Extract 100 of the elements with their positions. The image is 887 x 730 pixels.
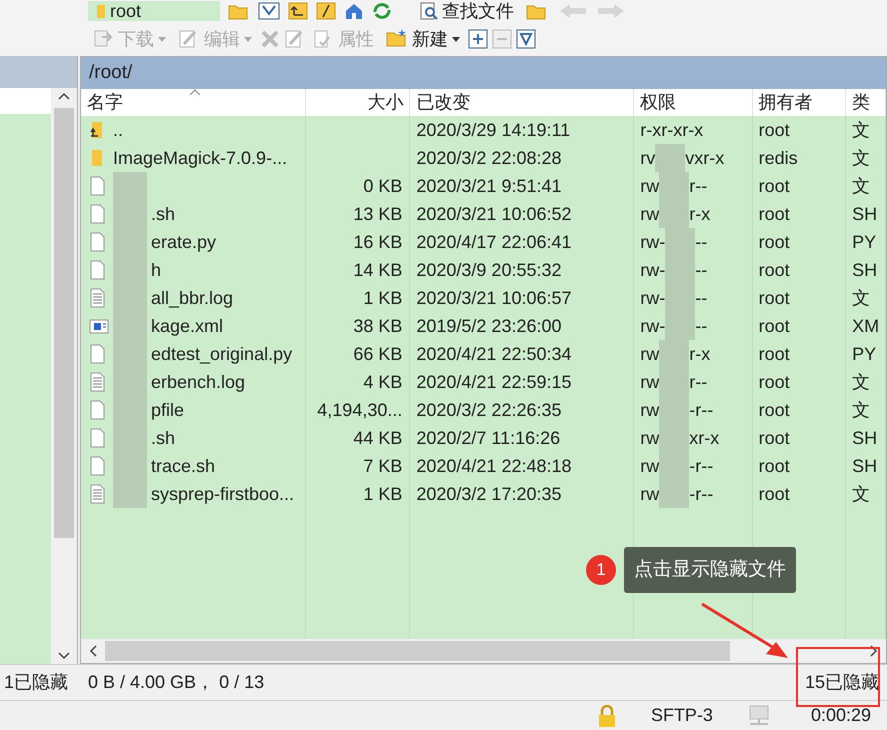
owner: root: [758, 204, 790, 224]
file-name[interactable]: all_bbr.log: [151, 284, 234, 312]
file-size: 13 KB: [353, 202, 402, 226]
permissions: -r--: [689, 482, 714, 506]
blur-patch: [659, 480, 690, 508]
file-type: PY: [852, 232, 876, 252]
scrollbar-thumb[interactable]: [105, 641, 730, 661]
network-icon: [746, 704, 771, 726]
column-header[interactable]: 拥有者: [752, 89, 846, 116]
owner: root: [758, 456, 790, 476]
column-header[interactable]: 类: [846, 89, 886, 116]
tooltip: 点击显示隐藏文件: [624, 547, 796, 593]
hidden-count[interactable]: 15已隐藏: [804, 669, 879, 696]
file-name[interactable]: .sh: [151, 200, 176, 228]
owner: root: [758, 428, 790, 448]
owner: root: [758, 232, 790, 252]
modified-date: 2020/4/17 22:06:41: [416, 232, 572, 252]
parent-folder-icon[interactable]: [288, 2, 308, 20]
column-header[interactable]: 已改变: [410, 89, 634, 116]
owner: root: [758, 316, 790, 336]
column-header[interactable]: 权限: [634, 89, 753, 116]
path-bar: /root/: [81, 57, 886, 89]
caret-icon: [244, 36, 252, 42]
file-name[interactable]: sysprep-firstboo...: [151, 480, 294, 508]
file-name[interactable]: pfile: [151, 396, 184, 424]
file-size: 66 KB: [353, 342, 402, 366]
permissions: rw: [640, 398, 660, 422]
pencil-icon[interactable]: [284, 29, 304, 49]
modified-date: 2020/3/29 14:19:11: [416, 120, 570, 140]
permissions: --: [695, 286, 708, 310]
column-header[interactable]: 大小: [306, 89, 410, 116]
file-name[interactable]: erate.py: [151, 228, 216, 256]
owner: root: [758, 260, 790, 280]
modified-date: 2020/3/21 10:06:57: [416, 288, 572, 308]
selection-summary: 0 B / 4.00 GB， 0 / 13: [88, 671, 264, 694]
file-name[interactable]: trace.sh: [151, 452, 216, 480]
new-folder-icon: [386, 29, 408, 49]
elapsed-time: 0:00:29: [810, 704, 871, 727]
filter-icon[interactable]: [516, 29, 536, 49]
file-name[interactable]: erbench.log: [151, 368, 246, 396]
owner: redis: [758, 148, 798, 168]
file-type: PY: [852, 344, 876, 364]
column-header[interactable]: 名字: [81, 89, 306, 116]
file-name[interactable]: ..: [113, 116, 124, 144]
home-icon[interactable]: [344, 2, 364, 20]
root-folder-icon[interactable]: [316, 2, 336, 20]
toolbar-button[interactable]: 新建: [382, 26, 464, 52]
permissions: r-x: [689, 202, 710, 226]
file-type: 文: [852, 120, 870, 140]
permissions: rv: [640, 146, 656, 170]
file-name[interactable]: edtest_original.py: [151, 340, 292, 368]
file-size: 16 KB: [353, 230, 402, 254]
owner: root: [758, 120, 790, 140]
file-type: SH: [852, 204, 878, 224]
file-name[interactable]: .sh: [151, 424, 176, 452]
modified-date: 2020/3/21 10:06:52: [416, 204, 572, 224]
file-name[interactable]: ImageMagick-7.0.9-...: [113, 144, 288, 172]
permissions: rw-: [640, 286, 666, 310]
modified-date: 2019/5/2 23:26:00: [416, 316, 562, 336]
permissions: -r--: [689, 398, 714, 422]
expand-icon[interactable]: [468, 29, 488, 49]
owner: root: [758, 176, 790, 196]
file-name[interactable]: kage.xml: [151, 312, 224, 340]
permissions: r--: [689, 174, 708, 198]
file-size: 0 KB: [363, 174, 402, 198]
modified-date: 2020/3/9 20:55:32: [416, 260, 562, 280]
modified-date: 2020/4/21 22:48:18: [416, 456, 572, 476]
permissions: rw: [640, 370, 660, 394]
permissions: rw: [640, 454, 660, 478]
file-name[interactable]: h: [151, 256, 162, 284]
folder-icon: [96, 3, 106, 19]
permissions: rw: [640, 342, 660, 366]
permissions: rw: [640, 174, 660, 198]
location-dropdown[interactable]: root: [88, 1, 220, 21]
file-type: 文: [852, 288, 870, 308]
modified-date: 2020/3/2 17:20:35: [416, 484, 562, 504]
file-type: SH: [852, 260, 878, 280]
caret-icon: [452, 36, 460, 42]
filter-icon[interactable]: [258, 2, 280, 20]
scrollbar-thumb[interactable]: [54, 108, 74, 538]
file-type: XM: [852, 316, 880, 336]
refresh-icon[interactable]: [372, 2, 392, 20]
blur-patch: [655, 144, 686, 172]
download-icon: [92, 29, 114, 49]
find-files-button[interactable]: 查找文件: [416, 1, 518, 21]
caret-icon: [158, 36, 166, 42]
permissions: rw-: [640, 258, 666, 282]
owner: root: [758, 372, 790, 392]
permissions: r--: [689, 370, 708, 394]
file-type: 文: [852, 148, 870, 168]
modified-date: 2020/4/21 22:59:15: [416, 372, 572, 392]
hidden-count[interactable]: 1已隐藏: [4, 669, 88, 696]
permissions: --: [695, 258, 708, 282]
protocol-label: SFTP-3: [650, 704, 714, 727]
permissions: r-xr-xr-x: [640, 118, 704, 142]
permissions: -r--: [689, 454, 714, 478]
owner: root: [758, 344, 790, 364]
modified-date: 2020/2/7 11:16:26: [416, 428, 560, 448]
permissions: rw: [640, 482, 660, 506]
modified-date: 2020/3/21 9:51:41: [416, 176, 562, 196]
